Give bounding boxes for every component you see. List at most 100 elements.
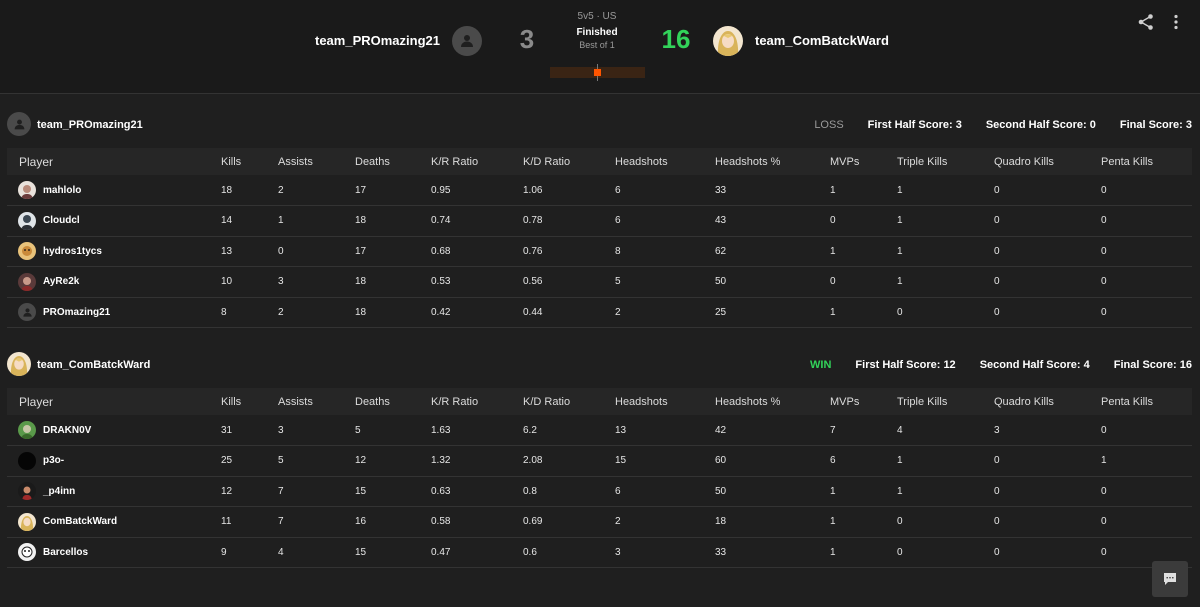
- user-placeholder-icon: [22, 308, 32, 317]
- stat-triple-kills: 1: [897, 184, 903, 196]
- team-stats-header: team_PROmazing21 LOSS First Half Score: …: [7, 108, 1192, 138]
- col-headshots-pct: Headshots %: [715, 395, 781, 408]
- team-name[interactable]: team_PROmazing21: [37, 119, 143, 131]
- player-link[interactable]: mahlolo: [18, 181, 221, 199]
- col-headshots: Headshots: [615, 155, 668, 168]
- col-headshots-pct: Headshots %: [715, 155, 781, 168]
- player-link[interactable]: Barcellos: [18, 543, 221, 562]
- stat-mvps: 1: [830, 546, 836, 558]
- stat-quadro-kills: 0: [994, 516, 1000, 528]
- player-name: DRAKN0V: [43, 424, 92, 436]
- table-row[interactable]: ComBatckWard 11 7 16 0.58 0.69 2 18 1 0 …: [7, 507, 1192, 537]
- stat-deaths: 15: [355, 546, 367, 558]
- player-avatar: [18, 512, 36, 531]
- player-name: PROmazing21: [43, 306, 111, 318]
- team-stats-header: team_ComBatckWard WIN First Half Score: …: [7, 348, 1192, 378]
- stat-kr-ratio: 0.63: [431, 485, 451, 497]
- team-section-left: team_PROmazing21 LOSS First Half Score: …: [7, 108, 1192, 328]
- table-row[interactable]: AyRe2k 10 3 18 0.53 0.56 5 50 0 1 0 0: [7, 267, 1192, 297]
- player-link[interactable]: p3o-: [18, 451, 221, 470]
- team-left-name[interactable]: team_PROmazing21: [315, 33, 440, 48]
- stat-assists: 7: [278, 485, 284, 497]
- stat-kills: 25: [221, 455, 233, 467]
- stat-headshots: 6: [615, 485, 621, 497]
- match-mode: 5v5 · US: [577, 11, 617, 22]
- player-name: p3o-: [43, 455, 65, 467]
- player-stats-table: Player Kills Assists Deaths K/R Ratio K/…: [7, 148, 1192, 328]
- stat-quadro-kills: 0: [994, 276, 1000, 288]
- col-deaths: Deaths: [355, 395, 390, 408]
- stat-penta-kills: 0: [1101, 424, 1107, 436]
- stat-quadro-kills: 0: [994, 215, 1000, 227]
- team-avatar[interactable]: [7, 112, 31, 136]
- chat-button[interactable]: [1152, 561, 1188, 597]
- table-row[interactable]: mahlolo 18 2 17 0.95 1.06 6 33 1 1 0 0: [7, 175, 1192, 206]
- stat-headshots: 15: [615, 455, 627, 467]
- col-penta-kills: Penta Kills: [1101, 395, 1153, 408]
- col-quadro-kills: Quadro Kills: [994, 395, 1054, 408]
- stat-penta-kills: 1: [1101, 455, 1107, 467]
- player-link[interactable]: DRAKN0V: [18, 421, 221, 439]
- player-link[interactable]: Cloudcl: [18, 211, 221, 230]
- table-row[interactable]: p3o- 25 5 12 1.32 2.08 15 60 6 1 0 1: [7, 446, 1192, 476]
- col-player: Player: [19, 394, 54, 409]
- stat-kr-ratio: 0.53: [431, 276, 451, 288]
- table-row[interactable]: hydros1tycs 13 0 17 0.68 0.76 8 62 1 1 0…: [7, 236, 1192, 267]
- table-row[interactable]: PROmazing21 8 2 18 0.42 0.44 2 25 1 0 0 …: [7, 297, 1192, 328]
- table-row[interactable]: Barcellos 9 4 15 0.47 0.6 3 33 1 0 0 0: [7, 537, 1192, 568]
- team-avatar[interactable]: [7, 352, 31, 376]
- stat-assists: 3: [278, 276, 284, 288]
- stat-kr-ratio: 0.95: [431, 184, 451, 196]
- col-mvps: MVPs: [830, 155, 860, 168]
- stat-deaths: 15: [355, 485, 367, 497]
- player-avatar: [18, 242, 36, 261]
- col-mvps: MVPs: [830, 395, 860, 408]
- team-left-avatar[interactable]: [452, 26, 482, 56]
- stat-mvps: 0: [830, 215, 836, 227]
- table-row[interactable]: _p4inn 12 7 15 0.63 0.8 6 50 1 1 0 0: [7, 476, 1192, 507]
- stat-kills: 12: [221, 485, 233, 497]
- stat-kr-ratio: 0.42: [431, 306, 451, 318]
- team-right-avatar[interactable]: [713, 26, 743, 56]
- stat-mvps: 1: [830, 245, 836, 257]
- player-avatar: [18, 303, 36, 322]
- stat-headshots-pct: 60: [715, 455, 727, 467]
- first-half-score: First Half Score: 12: [855, 359, 956, 371]
- player-link[interactable]: hydros1tycs: [18, 242, 221, 261]
- more-options-button[interactable]: [1168, 13, 1184, 31]
- final-score: Final Score: 16: [1113, 359, 1192, 371]
- stat-triple-kills: 0: [897, 516, 903, 528]
- stat-headshots: 2: [615, 306, 621, 318]
- col-quadro-kills: Quadro Kills: [994, 155, 1054, 168]
- player-link[interactable]: AyRe2k: [18, 272, 221, 291]
- col-assists: Assists: [278, 155, 313, 168]
- player-link[interactable]: ComBatckWard: [18, 512, 221, 531]
- stat-headshots-pct: 18: [715, 516, 727, 528]
- stat-headshots-pct: 42: [715, 424, 727, 436]
- team-score-summary: LOSS First Half Score: 3 Second Half Sco…: [814, 119, 1192, 131]
- table-header-row: Player Kills Assists Deaths K/R Ratio K/…: [7, 388, 1192, 415]
- share-button[interactable]: [1137, 13, 1155, 31]
- table-row[interactable]: Cloudcl 14 1 18 0.74 0.78 6 43 0 1 0 0: [7, 206, 1192, 236]
- player-name: mahlolo: [43, 184, 82, 196]
- team-right-name[interactable]: team_ComBatckWard: [755, 33, 889, 48]
- stat-mvps: 0: [830, 276, 836, 288]
- stat-penta-kills: 0: [1101, 306, 1107, 318]
- player-link[interactable]: PROmazing21: [18, 303, 221, 322]
- stat-triple-kills: 1: [897, 276, 903, 288]
- chat-icon: [1164, 573, 1176, 585]
- stat-kd-ratio: 0.6: [523, 546, 537, 558]
- col-kr-ratio: K/R Ratio: [431, 155, 479, 168]
- player-avatar: [18, 451, 36, 470]
- stat-triple-kills: 4: [897, 424, 903, 436]
- stat-assists: 0: [278, 245, 284, 257]
- team-name[interactable]: team_ComBatckWard: [37, 359, 150, 371]
- player-link[interactable]: _p4inn: [18, 482, 221, 501]
- stat-headshots: 6: [615, 215, 621, 227]
- match-progress-bar: [550, 64, 645, 81]
- stat-headshots: 2: [615, 516, 621, 528]
- stat-kd-ratio: 0.44: [523, 306, 543, 318]
- table-header-row: Player Kills Assists Deaths K/R Ratio K/…: [7, 148, 1192, 175]
- table-row[interactable]: DRAKN0V 31 3 5 1.63 6.2 13 42 7 4 3 0: [7, 415, 1192, 446]
- match-header: team_PROmazing21 3 5v5 · US Finished Bes…: [0, 0, 1200, 94]
